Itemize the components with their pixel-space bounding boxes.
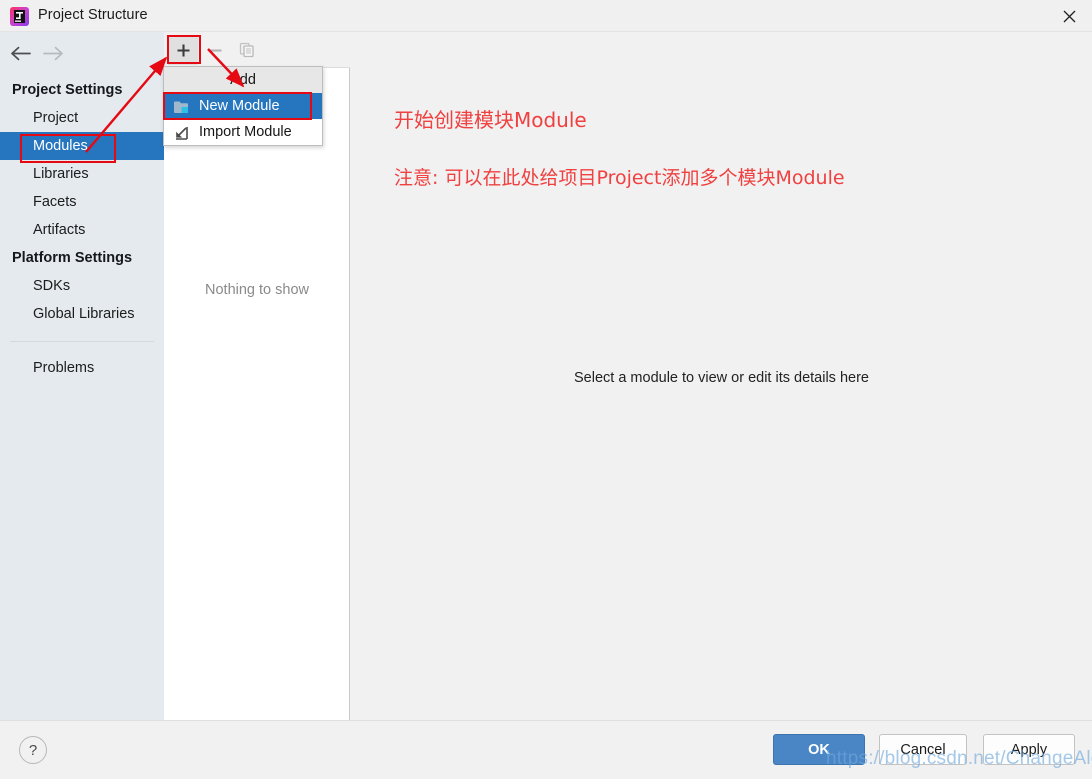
sidebar-divider [10,341,154,342]
menu-item-label: Import Module [199,124,292,140]
intellij-idea-logo [10,7,29,26]
arrow-right-icon[interactable] [40,44,66,62]
annotation-text-1: 开始创建模块Module [394,108,587,132]
minus-icon[interactable] [200,35,230,65]
window-title: Project Structure [38,7,148,23]
empty-state-label: Nothing to show [205,282,309,298]
sidebar-item-libraries[interactable]: Libraries [0,160,164,188]
copy-icon[interactable] [232,35,262,65]
menu-item-label: New Module [199,98,280,114]
sidebar-item-facets[interactable]: Facets [0,188,164,216]
settings-category-list: Project Settings Project Modules Librari… [0,76,164,382]
add-popup-menu: Add New Module Import Module [163,66,323,146]
sidebar-item-global-libraries[interactable]: Global Libraries [0,300,164,328]
menu-item-import-module[interactable]: Import Module [164,119,322,145]
popup-menu-title: Add [164,67,322,93]
import-arrow-icon [173,124,191,140]
sidebar-item-problems[interactable]: Problems [0,354,164,382]
annotation-text-2: 注意: 可以在此处给项目Project添加多个模块Module [394,167,845,189]
watermark-text: https://blog.csdn.net/ChangeAlone [826,748,1092,769]
settings-sidebar: Project Settings Project Modules Librari… [0,32,164,720]
module-detail-panel: 开始创建模块Module 注意: 可以在此处给项目Project添加多个模块Mo… [351,32,1092,720]
help-button[interactable]: ? [19,736,47,764]
arrow-left-icon[interactable] [8,44,34,62]
sidebar-item-sdks[interactable]: SDKs [0,272,164,300]
project-structure-dialog: Project Structure Project Settings Proje… [0,0,1092,779]
sidebar-item-artifacts[interactable]: Artifacts [0,216,164,244]
close-icon[interactable] [1046,0,1092,32]
sidebar-group-platform-settings: Platform Settings [12,250,133,266]
plus-icon[interactable] [168,35,198,65]
title-bar: Project Structure [0,0,1092,32]
modules-toolbar [164,32,350,68]
navigation-row [0,32,164,72]
folder-add-icon [173,98,191,114]
sidebar-item-modules[interactable]: Modules [0,132,164,160]
sidebar-group-project-settings: Project Settings [12,82,123,98]
detail-placeholder-text: Select a module to view or edit its deta… [574,370,869,386]
sidebar-item-project[interactable]: Project [0,104,164,132]
menu-item-new-module[interactable]: New Module [164,93,322,119]
